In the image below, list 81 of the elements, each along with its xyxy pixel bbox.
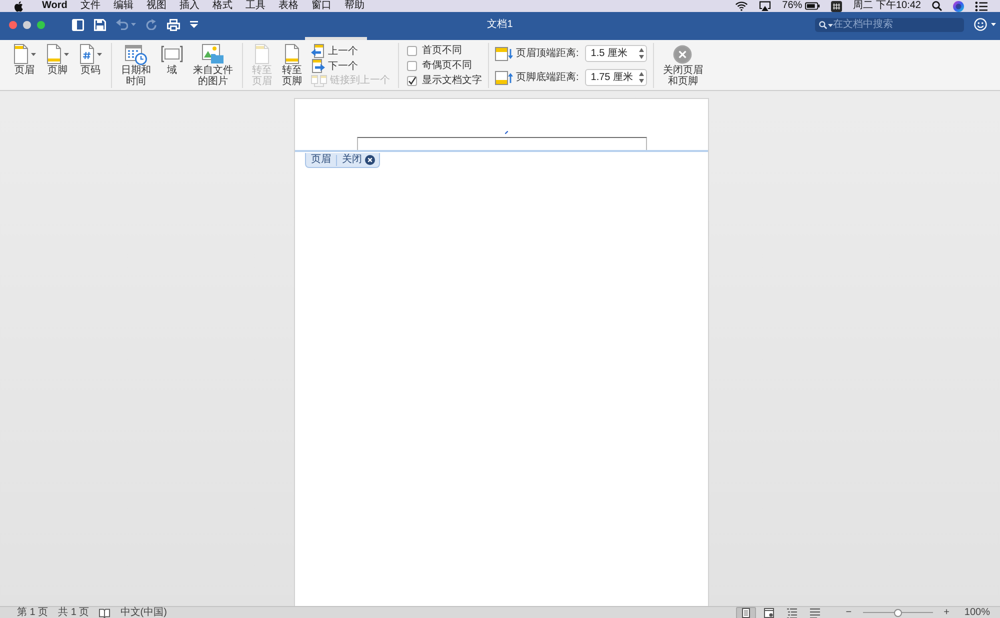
input-method-icon[interactable] [831,0,842,12]
ribbon-tab-indicator [305,37,367,40]
search-icon[interactable] [819,20,827,28]
header-tag-label: 页眉 [311,154,331,166]
menu-clock[interactable]: 周二 下午10:42 [853,0,921,12]
checkbox-label[interactable]: 首页不同 [422,44,462,57]
stepper-icon[interactable] [638,72,644,83]
close-icon[interactable] [365,155,375,165]
page-footer-icon [46,44,62,64]
page-count: 共 1 页 [58,607,90,618]
caret-icon[interactable] [64,52,69,56]
list-icon[interactable] [975,0,988,12]
battery-icon[interactable] [805,2,820,10]
field-button[interactable]: 域 [158,43,186,78]
next-button[interactable]: 下一个 [309,59,392,73]
language-indicator[interactable]: 中文(中国) [120,607,167,618]
zoom-out-button[interactable]: − [842,607,856,618]
smiley-icon[interactable] [974,18,987,31]
search-icon[interactable] [932,1,942,11]
orb-icon[interactable] [953,0,964,12]
wifi-icon[interactable] [735,1,748,11]
distance-field[interactable]: 1.5 厘米 [584,45,647,62]
caret-icon[interactable] [991,23,996,26]
page-header-icon [13,44,29,64]
menu-item[interactable]: 帮助 [344,0,364,12]
header-button[interactable]: 页眉 [10,43,39,78]
distance-label: 页眉顶端距离: [516,47,579,60]
header-field[interactable] [356,137,646,150]
close-header-footer-button[interactable]: 关闭页眉和页脚 [660,43,706,88]
menu-item[interactable]: 插入 [179,0,200,12]
book-icon[interactable] [99,608,110,618]
app-menu[interactable]: Word [42,0,68,12]
checkbox[interactable] [407,46,417,56]
page-view-icon[interactable] [736,606,756,618]
bracket-field-icon [161,45,183,63]
footer-button[interactable]: 页脚 [43,43,72,78]
page-header-icon [254,44,270,64]
picture-button[interactable]: 来自文件的图片 [190,43,236,88]
search-field[interactable]: 在文档中搜索 [815,18,964,32]
window-title: 文档1 [487,18,513,32]
page-indicator: 第 1 页 [17,607,48,618]
previous-button[interactable]: 上一个 [309,44,392,58]
distance-field[interactable]: 1.75 厘米 [584,69,647,86]
checkbox[interactable] [407,76,417,86]
checkbox-label[interactable]: 奇偶页不同 [422,59,472,72]
print-icon[interactable] [167,18,180,30]
checkbox[interactable] [407,60,417,70]
linked-pages-icon [311,74,327,86]
battery-percentage: 76% [782,0,802,12]
menu-item[interactable]: 编辑 [113,0,134,12]
menu-item[interactable]: 视图 [146,0,166,12]
menu-item[interactable]: 格式 [212,0,232,12]
date-time-button[interactable]: 日期和时间 [118,43,154,88]
close-header-button[interactable]: 关闭 [342,154,375,166]
menu-item[interactable]: 表格 [278,0,298,12]
caret-icon[interactable] [828,24,833,26]
text-cursor-icon [504,131,508,134]
zoom-percentage[interactable]: 100% [964,607,990,618]
page-number-icon [79,44,95,64]
caret-icon[interactable] [31,52,36,56]
checkbox-label[interactable]: 显示文档文字 [422,74,482,87]
screen-share-icon[interactable] [759,1,772,11]
sidebar-icon[interactable] [72,18,84,30]
customize-caret-icon[interactable] [190,21,198,28]
apple-icon[interactable] [14,0,23,12]
picture-icon [202,44,224,64]
slider-thumb[interactable] [894,608,902,616]
save-icon[interactable] [94,18,106,30]
stepper-icon[interactable] [638,48,644,59]
calendar-clock-icon [125,44,147,64]
header-distance-icon [495,46,513,60]
page-number-button[interactable]: 页码 [76,43,105,78]
menu-item[interactable]: 工具 [245,0,266,12]
go-to-footer-button[interactable]: 转至页脚 [279,43,305,88]
caret-icon[interactable] [97,52,102,56]
zoom-window-button[interactable] [37,20,45,28]
distance-label: 页脚底端距离: [516,71,579,84]
close-icon [673,44,692,64]
page-footer-icon [284,44,300,64]
zoom-in-button[interactable]: + [940,607,954,618]
footer-distance-icon [495,70,513,84]
